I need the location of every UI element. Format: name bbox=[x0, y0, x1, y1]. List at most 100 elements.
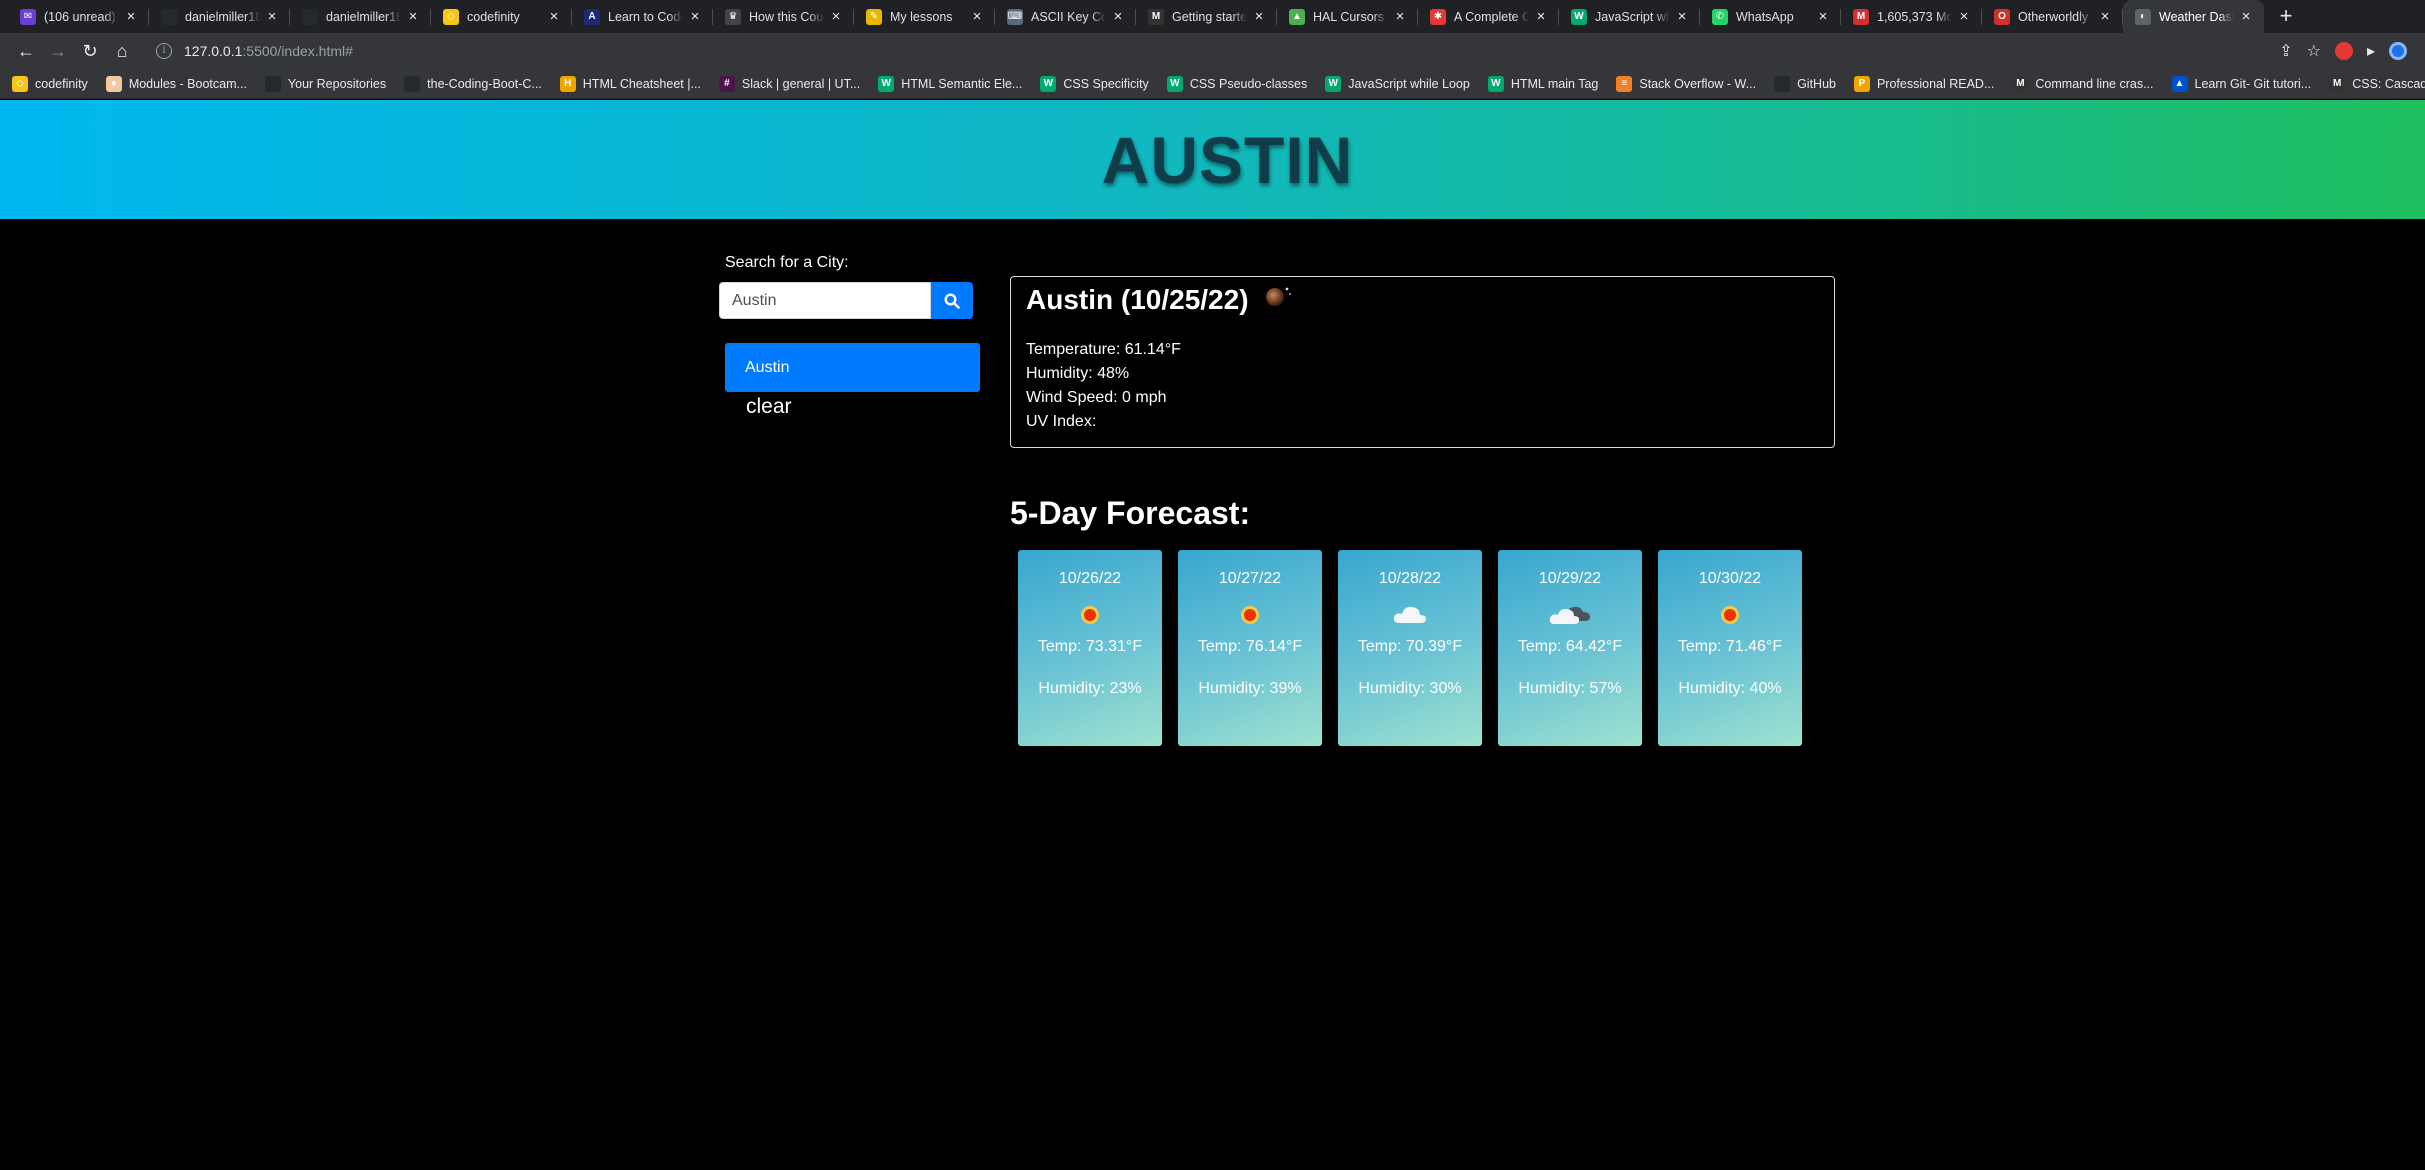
current-weather-card: Austin (10/25/22) Temperature: 61.14°F H… bbox=[1010, 276, 1835, 448]
close-tab-icon[interactable]: × bbox=[1533, 8, 1549, 25]
bookmark-item[interactable]: ▲ Learn Git- Git tutori... bbox=[2171, 75, 2311, 92]
close-tab-icon[interactable]: × bbox=[687, 8, 703, 25]
close-tab-icon[interactable]: × bbox=[2238, 8, 2254, 25]
forecast-humidity: Humidity: 40% bbox=[1678, 680, 1782, 697]
weather-dashboard-page: AUSTIN Search for a City: Austin clear A… bbox=[0, 100, 2425, 1170]
sun-icon bbox=[1018, 598, 1162, 632]
bookmark-favicon-icon: M bbox=[2012, 75, 2029, 92]
search-button[interactable] bbox=[931, 282, 973, 319]
extension-icon[interactable] bbox=[2334, 42, 2353, 60]
bookmark-item[interactable]: Your Repositories bbox=[264, 75, 387, 92]
bookmark-label: Stack Overflow - W... bbox=[1639, 76, 1757, 91]
bookmark-item[interactable]: W HTML main Tag bbox=[1487, 75, 1598, 92]
close-tab-icon[interactable]: × bbox=[264, 8, 280, 25]
browser-tab[interactable]: A Learn to Code × bbox=[572, 0, 713, 33]
bookmark-item[interactable]: M Command line cras... bbox=[2012, 75, 2154, 92]
close-tab-icon[interactable]: × bbox=[1392, 8, 1408, 25]
bookmark-label: CSS: Cascading Styl... bbox=[2352, 76, 2425, 91]
bookmark-item[interactable]: ● Modules - Bootcam... bbox=[105, 75, 247, 92]
close-tab-icon[interactable]: × bbox=[123, 8, 139, 25]
search-icon bbox=[944, 292, 960, 309]
close-tab-icon[interactable]: × bbox=[1110, 8, 1126, 25]
forecast-card: 10/29/22 Temp: 64.42°F Humidity: 57% bbox=[1498, 550, 1642, 746]
tab-label: Otherworldly bbox=[2018, 9, 2089, 24]
url-host: 127.0.0.1 bbox=[184, 43, 243, 59]
browser-tab[interactable]: ◇ codefinity × bbox=[431, 0, 572, 33]
browser-toolbar: ← → ↻ ⌂ i 127.0.0.1:5500/index.html# ⇪ ☆… bbox=[0, 33, 2425, 69]
search-label: Search for a City: bbox=[725, 254, 849, 271]
bookmark-favicon-icon: W bbox=[878, 75, 895, 92]
media-play-icon[interactable]: ▸ bbox=[2367, 41, 2375, 61]
clear-history-button[interactable]: clear bbox=[746, 395, 981, 419]
bookmark-item[interactable]: M CSS: Cascading Styl... bbox=[2329, 75, 2425, 92]
browser-tab[interactable]: M 1,605,373 Mo × bbox=[1841, 0, 1982, 33]
browser-tab[interactable]: ✎ My lessons × bbox=[854, 0, 995, 33]
bookmark-item[interactable]: the-Coding-Boot-C... bbox=[404, 75, 542, 92]
close-tab-icon[interactable]: × bbox=[1251, 8, 1267, 25]
close-tab-icon[interactable]: × bbox=[828, 8, 844, 25]
bookmark-favicon-icon: ● bbox=[105, 75, 122, 92]
browser-tab[interactable]: danielmiller18 × bbox=[149, 0, 290, 33]
browser-tab[interactable]: M Getting starte × bbox=[1136, 0, 1277, 33]
close-tab-icon[interactable]: × bbox=[405, 8, 421, 25]
current-wind-speed: Wind Speed: 0 mph bbox=[1026, 389, 1167, 406]
browser-tab[interactable]: ◐ Weather Dash × bbox=[2123, 0, 2264, 33]
bookmark-favicon-icon: W bbox=[1325, 75, 1342, 92]
close-tab-icon[interactable]: × bbox=[969, 8, 985, 25]
close-tab-icon[interactable]: × bbox=[2097, 8, 2113, 25]
city-search-input[interactable] bbox=[719, 282, 931, 319]
bookmark-item[interactable]: W CSS Specificity bbox=[1040, 75, 1149, 92]
bookmark-label: Your Repositories bbox=[287, 76, 387, 91]
site-info-icon[interactable]: i bbox=[156, 43, 172, 59]
bookmark-item[interactable]: P Professional READ... bbox=[1853, 75, 1994, 92]
tab-favicon-icon: W bbox=[1571, 8, 1587, 25]
new-tab-button[interactable]: + bbox=[2272, 3, 2300, 31]
browser-tab[interactable]: ✱ A Complete Gu × bbox=[1418, 0, 1559, 33]
browser-tab[interactable]: ✆ WhatsApp × bbox=[1700, 0, 1841, 33]
sun-icon bbox=[1658, 598, 1802, 632]
bookmark-item[interactable]: ◇ codefinity bbox=[12, 75, 88, 92]
tab-label: How this Coun bbox=[749, 9, 824, 24]
broken-clouds-icon bbox=[1498, 598, 1642, 632]
search-panel: Search for a City: Austin clear bbox=[719, 254, 981, 419]
address-bar[interactable]: i 127.0.0.1:5500/index.html# bbox=[146, 37, 2279, 65]
browser-tab[interactable]: W JavaScript whi × bbox=[1559, 0, 1700, 33]
browser-tab[interactable]: ⌨ ASCII Key Cod × bbox=[995, 0, 1136, 33]
close-tab-icon[interactable]: × bbox=[1956, 8, 1972, 25]
share-icon[interactable]: ⇪ bbox=[2279, 41, 2292, 61]
bookmark-item[interactable]: W HTML Semantic Ele... bbox=[878, 75, 1022, 92]
bookmark-item[interactable]: ≡ Stack Overflow - W... bbox=[1616, 75, 1757, 92]
close-tab-icon[interactable]: × bbox=[1674, 8, 1690, 25]
profile-avatar-icon[interactable] bbox=[2389, 42, 2407, 60]
bookmark-item[interactable]: # Slack | general | UT... bbox=[718, 75, 860, 92]
bookmark-item[interactable]: GitHub bbox=[1774, 75, 1836, 92]
bookmark-star-icon[interactable]: ☆ bbox=[2307, 41, 2321, 61]
close-tab-icon[interactable]: × bbox=[546, 8, 562, 25]
tab-label: codefinity bbox=[467, 9, 520, 24]
browser-tab[interactable]: ▲ HAL Cursors × bbox=[1277, 0, 1418, 33]
browser-tab[interactable]: danielmiller18 × bbox=[290, 0, 431, 33]
tab-label: danielmiller18 bbox=[185, 9, 260, 24]
forecast-temp: Temp: 64.42°F bbox=[1517, 638, 1623, 655]
tab-favicon-icon: ✱ bbox=[1430, 8, 1446, 25]
reload-icon[interactable]: ↻ bbox=[74, 35, 106, 67]
bookmark-item[interactable]: H HTML Cheatsheet |... bbox=[559, 75, 701, 92]
forecast-cards: 10/26/22 Temp: 73.31°F Humidity: 23% 10/… bbox=[1018, 550, 1802, 746]
tab-favicon-icon: ▲ bbox=[1289, 8, 1305, 25]
back-arrow-icon[interactable]: ← bbox=[10, 35, 42, 67]
close-tab-icon[interactable]: × bbox=[1815, 8, 1831, 25]
forward-arrow-icon[interactable]: → bbox=[42, 35, 74, 67]
bookmark-label: JavaScript while Loop bbox=[1348, 76, 1470, 91]
browser-tab[interactable]: ♛ How this Coun × bbox=[713, 0, 854, 33]
forecast-card: 10/30/22 Temp: 71.46°F Humidity: 40% bbox=[1658, 550, 1802, 746]
current-uv-index: UV Index: bbox=[1026, 413, 1097, 430]
tab-favicon-icon: ⌨ bbox=[1007, 8, 1023, 25]
current-temperature: Temperature: 61.14°F bbox=[1026, 341, 1181, 358]
tab-favicon-icon: ✎ bbox=[866, 8, 882, 25]
history-city-button[interactable]: Austin bbox=[725, 343, 980, 392]
bookmark-item[interactable]: W CSS Pseudo-classes bbox=[1166, 75, 1307, 92]
browser-tab[interactable]: ✉ (106 unread) - × bbox=[8, 0, 149, 33]
browser-tab[interactable]: O Otherworldly × bbox=[1982, 0, 2123, 33]
bookmark-item[interactable]: W JavaScript while Loop bbox=[1325, 75, 1470, 92]
home-icon[interactable]: ⌂ bbox=[106, 35, 138, 67]
